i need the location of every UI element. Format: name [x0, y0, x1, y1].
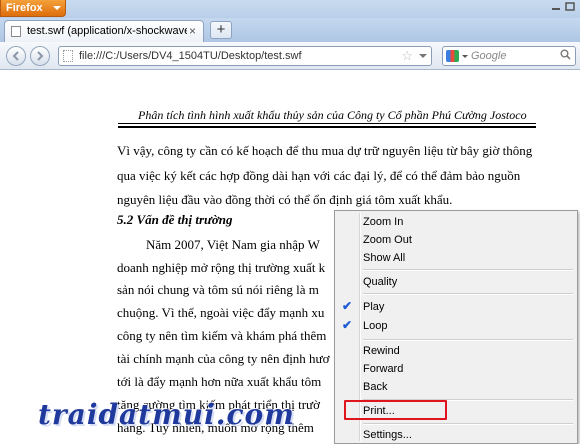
- star-icon[interactable]: ☆: [401, 48, 413, 64]
- paragraph-line: doanh nghiệp mở rộng thị trường xuất k: [117, 260, 326, 275]
- search-icon[interactable]: [560, 49, 571, 63]
- menu-item-zoom-out[interactable]: Zoom Out: [363, 232, 563, 248]
- tab-test-swf[interactable]: test.swf (application/x-shockwave-flash …: [4, 20, 204, 42]
- address-bar[interactable]: file:///C:/Users/DV4_1504TU/Desktop/test…: [58, 46, 432, 66]
- maximize-icon[interactable]: [564, 2, 576, 12]
- menu-separator: [363, 423, 573, 425]
- menu-separator: [363, 339, 573, 341]
- new-tab-button[interactable]: +: [210, 21, 232, 39]
- paragraph-line: tài chính mạnh của công ty nên định hươ: [117, 351, 330, 366]
- navigation-bar: file:///C:/Users/DV4_1504TU/Desktop/test…: [0, 42, 580, 70]
- paragraph-line: chuộng. Vì thế, ngoài việc đẩy mạnh xu: [117, 305, 325, 320]
- page-icon: [11, 26, 21, 37]
- paragraph-line: Vì vậy, công ty cần có kế hoạch để thu m…: [117, 143, 533, 158]
- title-bar: Firefox: [0, 0, 580, 18]
- checkmark-icon: ✔: [342, 299, 353, 313]
- search-bar[interactable]: Google: [442, 46, 576, 66]
- chevron-down-icon: [53, 6, 61, 10]
- print-highlight-box: [344, 400, 447, 420]
- paragraph-line: qua việc ký kết các hợp đồng dài hạn với…: [117, 168, 521, 183]
- firefox-menu-label: Firefox: [6, 2, 43, 14]
- paragraph-line: tới là đẩy mạnh hơn nữa xuất khẩu tôm: [117, 374, 322, 389]
- back-button[interactable]: [6, 46, 26, 66]
- menu-separator: [363, 293, 573, 295]
- forward-icon: [37, 51, 44, 61]
- tab-strip: test.swf (application/x-shockwave-flash …: [0, 18, 580, 42]
- document-header: Phân tích tình hình xuất khẩu thủy sản c…: [138, 108, 527, 122]
- menu-separator: [363, 269, 573, 271]
- header-rule-thick: [118, 126, 536, 128]
- page-icon: [63, 50, 73, 62]
- minimize-icon[interactable]: [550, 2, 562, 12]
- checkmark-icon: ✔: [342, 318, 353, 332]
- menu-item-show-all[interactable]: Show All: [363, 250, 563, 266]
- menu-item-back[interactable]: Back: [363, 379, 563, 395]
- chevron-down-icon[interactable]: [419, 54, 427, 58]
- menu-item-quality[interactable]: Quality: [363, 274, 563, 290]
- close-icon[interactable]: ×: [189, 24, 196, 38]
- menu-item-label: Quality: [363, 276, 398, 288]
- google-icon[interactable]: [446, 50, 459, 62]
- paragraph-line: Năm 2007, Việt Nam gia nhập W: [146, 237, 320, 252]
- tab-title: test.swf (application/x-shockwave-flash …: [27, 25, 187, 37]
- chevron-down-icon[interactable]: [462, 55, 468, 58]
- menu-item-zoom-in[interactable]: Zoom In: [363, 214, 563, 230]
- menu-item-play[interactable]: Play: [363, 299, 563, 315]
- menu-item-rewind[interactable]: Rewind: [363, 343, 563, 359]
- paragraph-line: nguyên liệu đầu vào đồng thời có thể ổn …: [117, 192, 453, 207]
- search-placeholder: Google: [471, 50, 507, 62]
- watermark-logo: traidatmui.com: [38, 398, 295, 431]
- menu-item-forward[interactable]: Forward: [363, 361, 563, 377]
- back-icon: [12, 51, 19, 61]
- paragraph-line: sản nói chung và tôm sú nói riêng là m: [117, 282, 319, 297]
- header-rule: [118, 123, 536, 124]
- paragraph-line: công ty nên tìm kiếm và khám phá thêm: [117, 328, 327, 343]
- section-heading: 5.2 Vấn đề thị trường: [117, 212, 233, 227]
- forward-button[interactable]: [30, 46, 50, 66]
- url-text: file:///C:/Users/DV4_1504TU/Desktop/test…: [79, 50, 302, 62]
- menu-item-loop[interactable]: Loop: [363, 318, 563, 334]
- menu-item-settings[interactable]: Settings...: [363, 427, 563, 443]
- firefox-menu-button[interactable]: Firefox: [0, 0, 66, 17]
